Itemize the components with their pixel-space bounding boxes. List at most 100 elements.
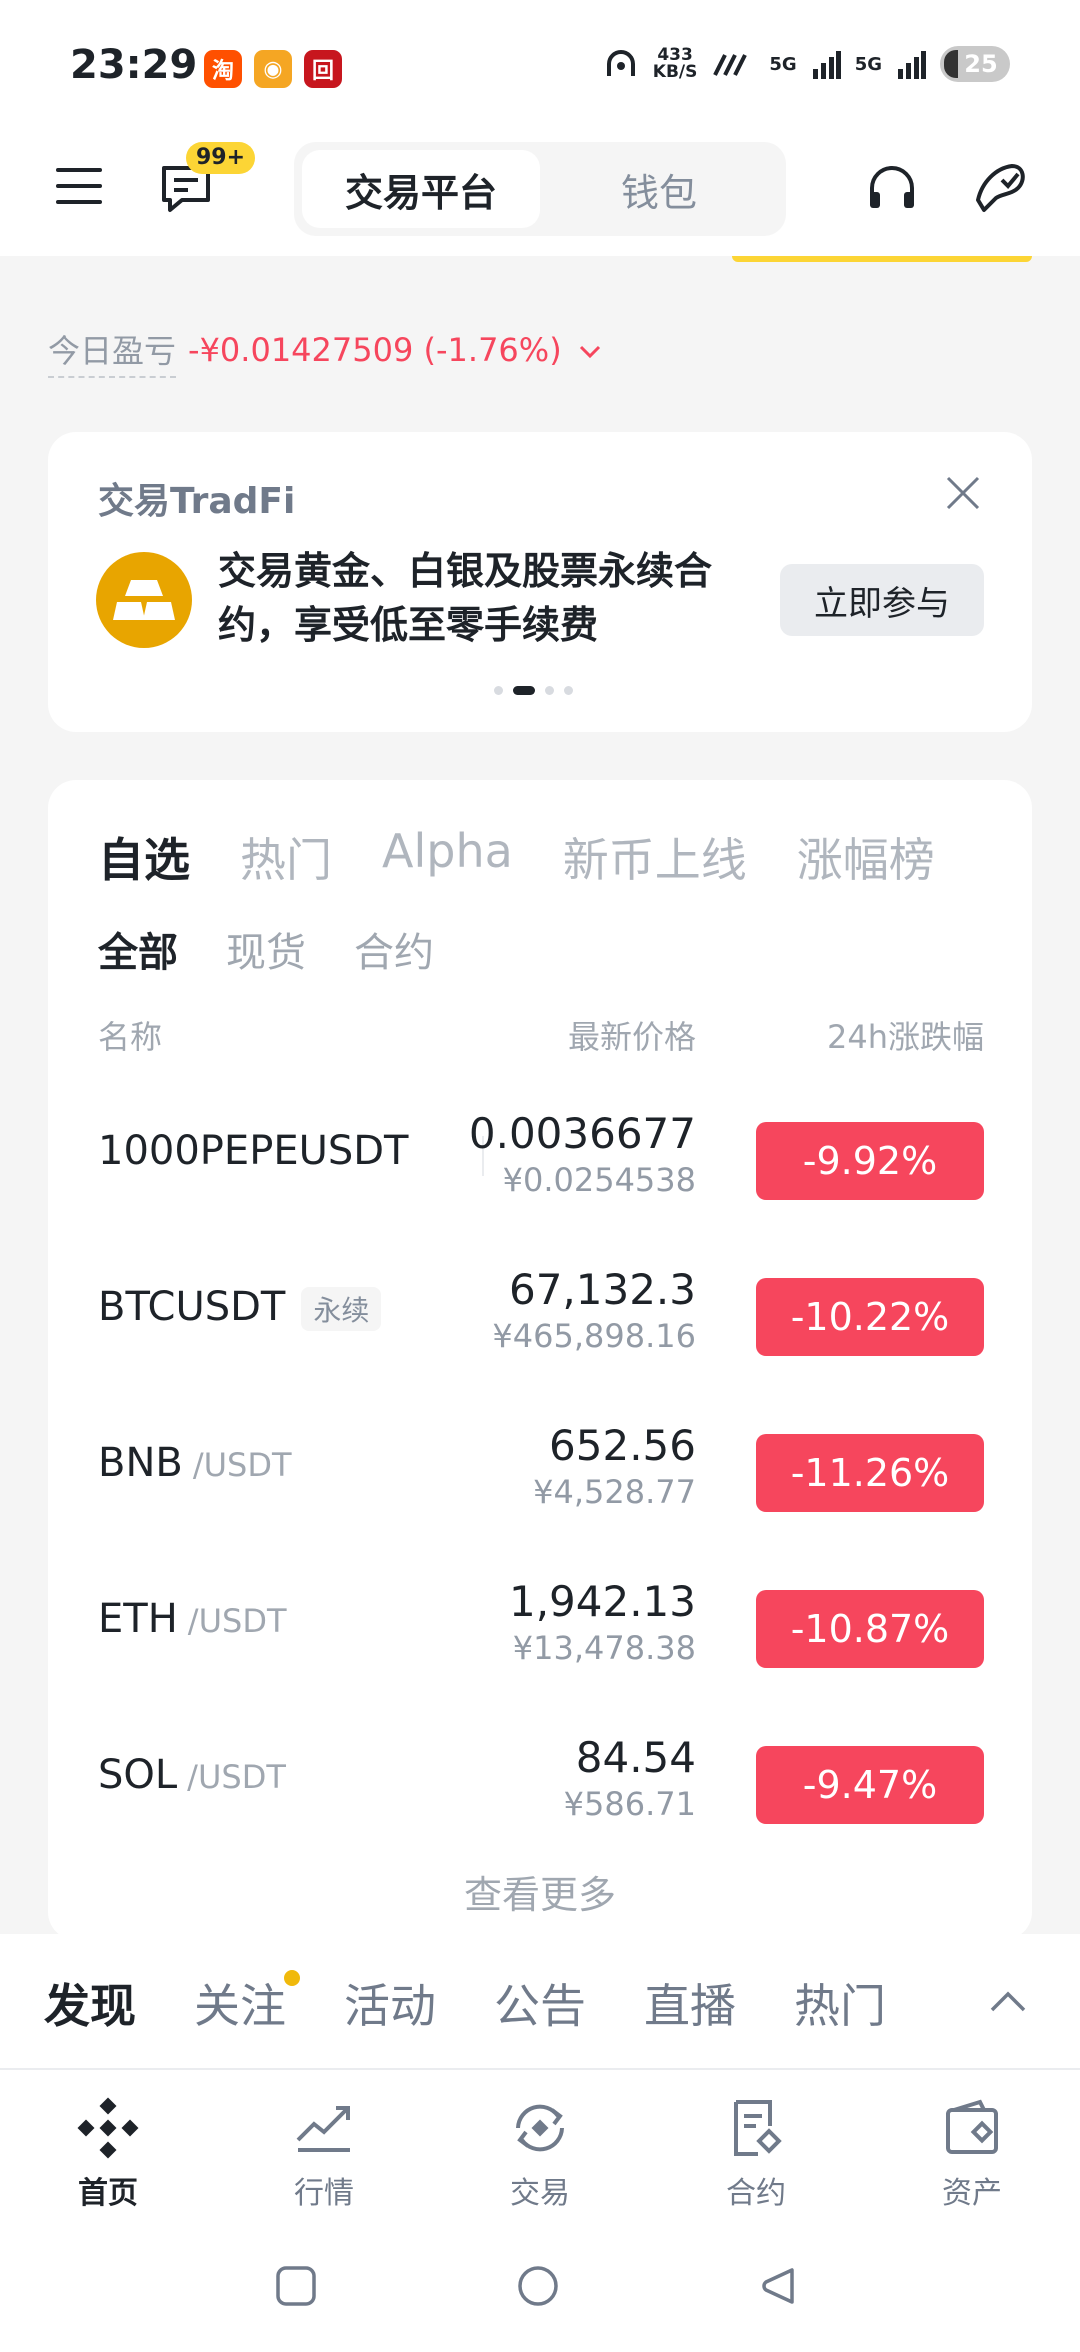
perpetual-tag: 永续 bbox=[301, 1287, 382, 1331]
feed-tab-live[interactable]: 直播 bbox=[644, 1970, 736, 2036]
market-list: 1000PEPEUSDT 0.0036677 ¥0.0254538 -9.92%… bbox=[48, 1100, 1032, 1880]
tab-hot[interactable]: 热门 bbox=[240, 824, 332, 890]
wifi-icon bbox=[713, 54, 748, 76]
feed-tabs: 发现 关注 活动 公告 直播 热门 bbox=[44, 1970, 886, 2036]
subtab-all[interactable]: 全部 bbox=[98, 920, 178, 978]
price-cell: 0.0036677 ¥0.0254538 bbox=[469, 1108, 696, 1200]
feed-tab-announcements[interactable]: 公告 bbox=[494, 1970, 586, 2036]
pair-symbol: BNB /USDT bbox=[98, 1440, 292, 1486]
status-app-icons: 淘 ◉ 回 bbox=[204, 50, 342, 88]
change-badge[interactable]: -10.87% bbox=[756, 1590, 984, 1668]
menu-icon[interactable] bbox=[56, 166, 102, 206]
tab-favorites[interactable]: 自选 bbox=[98, 824, 190, 890]
last-price: 1,942.13 bbox=[508, 1577, 696, 1626]
signal-1-label: 5G bbox=[769, 53, 797, 75]
change-badge[interactable]: -10.22% bbox=[756, 1278, 984, 1356]
feed-tab-hot[interactable]: 热门 bbox=[794, 1970, 886, 2036]
pnl-value: -¥0.01427509 (-1.76%) bbox=[188, 331, 562, 369]
pagination-dot bbox=[564, 686, 573, 695]
pagination-dot bbox=[545, 686, 554, 695]
change-badge[interactable]: -9.92% bbox=[756, 1122, 984, 1200]
price-cny: ¥4,528.77 bbox=[533, 1473, 696, 1511]
pair-symbol: 1000PEPEUSDT bbox=[98, 1128, 409, 1174]
pair-symbol: SOL /USDT bbox=[98, 1752, 286, 1798]
price-cell: 67,132.3 ¥465,898.16 bbox=[492, 1264, 696, 1356]
system-nav-bar bbox=[0, 2220, 1080, 2352]
pnl-label: 今日盈亏 bbox=[48, 326, 177, 378]
network-speed: 433 KB/S bbox=[652, 45, 698, 82]
weibo-icon: ◉ bbox=[254, 50, 292, 88]
tab-alpha[interactable]: Alpha bbox=[382, 824, 513, 890]
home-button-icon[interactable] bbox=[516, 2264, 560, 2308]
market-row[interactable]: SOL /USDT 84.54 ¥586.71 -9.47% bbox=[48, 1724, 1032, 1880]
view-more-link[interactable]: 查看更多 bbox=[48, 1864, 1032, 1919]
subtab-spot[interactable]: 现货 bbox=[226, 920, 306, 978]
pagination-dot-active bbox=[513, 686, 535, 695]
feed-tab-following[interactable]: 关注 bbox=[194, 1970, 300, 2036]
message-badge: 99+ bbox=[186, 142, 256, 174]
promo-strip bbox=[732, 256, 1032, 262]
last-price: 67,132.3 bbox=[508, 1265, 696, 1314]
tab-new-listings[interactable]: 新币上线 bbox=[563, 824, 747, 890]
column-name: 名称 bbox=[98, 1018, 163, 1056]
pagination-dot bbox=[494, 686, 503, 695]
banner-pagination bbox=[494, 686, 573, 695]
join-now-button[interactable]: 立即参与 bbox=[780, 564, 984, 636]
close-icon[interactable] bbox=[944, 474, 982, 512]
market-row[interactable]: BTCUSDT 永续 67,132.3 ¥465,898.16 -10.22% bbox=[48, 1256, 1032, 1412]
markets-icon bbox=[296, 2106, 350, 2152]
nav-assets[interactable]: 资产 bbox=[864, 2070, 1080, 2220]
last-price: 652.56 bbox=[549, 1421, 696, 1470]
market-row[interactable]: 1000PEPEUSDT 0.0036677 ¥0.0254538 -9.92% bbox=[48, 1100, 1032, 1256]
today-pnl[interactable]: 今日盈亏 -¥0.01427509 (-1.76%) bbox=[48, 326, 604, 378]
signal-2-label: 5G bbox=[854, 53, 882, 75]
status-time: 23:29 bbox=[70, 42, 198, 88]
price-cny: ¥13,478.38 bbox=[512, 1629, 696, 1667]
status-bar: 23:29 淘 ◉ 回 433 KB/S 5G 5G 25 bbox=[0, 0, 1080, 130]
wallet-icon bbox=[946, 2099, 998, 2154]
feed-tab-discover[interactable]: 发现 bbox=[44, 1970, 136, 2036]
segment-exchange[interactable]: 交易平台 bbox=[302, 150, 540, 228]
subtab-futures[interactable]: 合约 bbox=[354, 920, 434, 978]
feed-tabs-bar: 发现 关注 活动 公告 直播 热门 bbox=[0, 1934, 1080, 2070]
price-cell: 1,942.13 ¥13,478.38 bbox=[509, 1576, 696, 1668]
pair-symbol: BTCUSDT 永续 bbox=[98, 1284, 382, 1331]
price-cell: 652.56 ¥4,528.77 bbox=[533, 1420, 696, 1512]
tab-gainers[interactable]: 涨幅榜 bbox=[797, 824, 935, 890]
change-badge[interactable]: -9.47% bbox=[756, 1746, 984, 1824]
nav-home[interactable]: 首页 bbox=[0, 2070, 216, 2220]
market-row[interactable]: ETH /USDT 1,942.13 ¥13,478.38 -10.87% bbox=[48, 1568, 1032, 1724]
home-icon bbox=[77, 2097, 139, 2159]
price-cny: ¥0.0254538 bbox=[502, 1161, 696, 1199]
market-row[interactable]: BNB /USDT 652.56 ¥4,528.77 -11.26% bbox=[48, 1412, 1032, 1568]
trade-icon bbox=[516, 2104, 564, 2152]
profile-icon[interactable] bbox=[972, 158, 1030, 216]
price-cny: ¥586.71 bbox=[563, 1785, 696, 1823]
headset-icon[interactable] bbox=[864, 162, 920, 218]
app-header: 99+ 交易平台 钱包 bbox=[0, 130, 1080, 256]
platform-switch: 交易平台 钱包 bbox=[294, 142, 786, 236]
gold-bars-icon bbox=[96, 552, 192, 648]
nav-markets[interactable]: 行情 bbox=[216, 2070, 432, 2220]
column-price: 最新价格 bbox=[567, 1018, 696, 1056]
tradfi-banner[interactable]: 交易TradFi 交易黄金、白银及股票永续合约，享受低至零手续费 立即参与 bbox=[48, 432, 1032, 732]
feed-tab-events[interactable]: 活动 bbox=[344, 1970, 436, 2036]
status-right: 433 KB/S 5G 5G 25 bbox=[603, 46, 1010, 82]
nav-futures[interactable]: 合约 bbox=[648, 2070, 864, 2220]
back-icon[interactable] bbox=[756, 2264, 800, 2308]
recent-apps-icon[interactable] bbox=[274, 2264, 318, 2308]
banner-text: 交易黄金、白银及股票永续合约，享受低至零手续费 bbox=[218, 549, 713, 647]
column-change: 24h涨跌幅 bbox=[826, 1018, 984, 1056]
segment-wallet[interactable]: 钱包 bbox=[540, 150, 778, 228]
market-card: 自选 热门 Alpha 新币上线 涨幅榜 全部 现货 合约 名称 最新价格 24… bbox=[48, 780, 1032, 1940]
chevron-up-icon[interactable] bbox=[988, 1988, 1028, 2016]
taobao-icon: 淘 bbox=[204, 50, 242, 88]
nav-trade[interactable]: 交易 bbox=[432, 2070, 648, 2220]
chevron-down-icon[interactable] bbox=[576, 338, 604, 366]
bottom-nav: 首页 行情 交易 合约 资产 bbox=[0, 2070, 1080, 2220]
futures-icon bbox=[734, 2100, 782, 2156]
last-price: 84.54 bbox=[575, 1733, 696, 1782]
change-badge[interactable]: -11.26% bbox=[756, 1434, 984, 1512]
signal-1-icon bbox=[812, 51, 841, 79]
notification-dot bbox=[284, 1970, 300, 1986]
